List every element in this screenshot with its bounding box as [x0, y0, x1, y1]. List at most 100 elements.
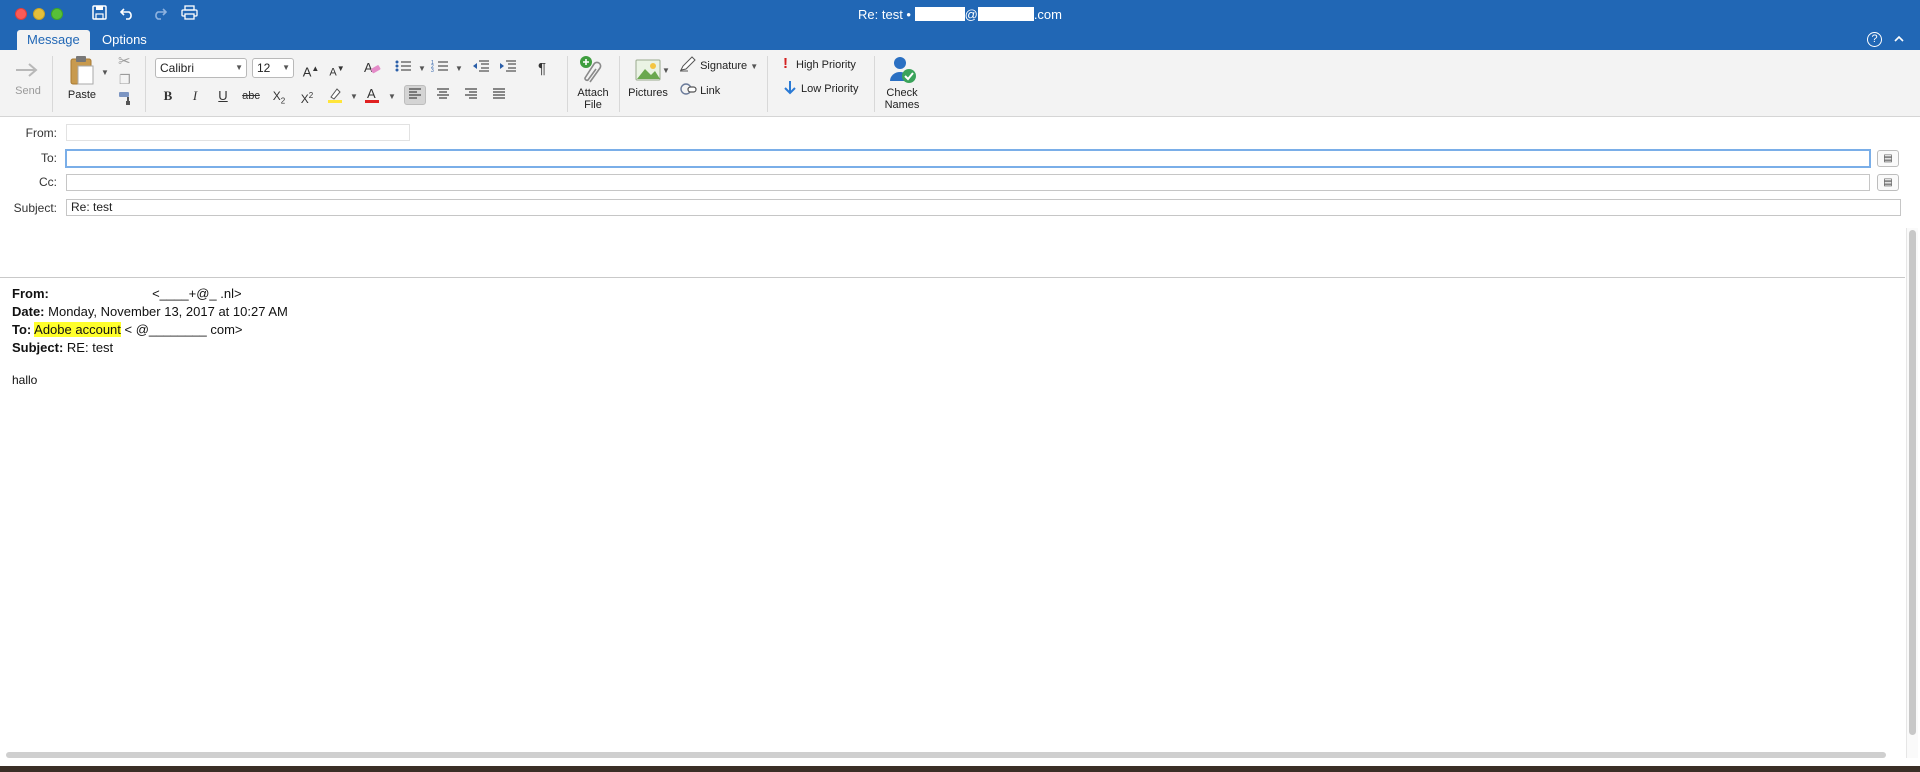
align-right-icon — [465, 88, 477, 99]
tab-options[interactable]: Options — [92, 30, 157, 50]
window-title: Re: test • @ .com — [0, 7, 1920, 22]
chevron-down-icon[interactable]: ▼ — [350, 92, 358, 101]
strikethrough-button[interactable]: abc — [240, 85, 262, 105]
align-center-icon — [437, 88, 449, 99]
compose-window: Re: test • @ .com Message Options ? Send … — [0, 0, 1920, 766]
high-priority-label: High Priority — [796, 59, 856, 71]
help-icon[interactable]: ? — [1867, 32, 1882, 47]
subscript-button[interactable]: X2 — [268, 85, 290, 105]
cc-field[interactable] — [66, 174, 1870, 191]
numbering-button[interactable]: 123 — [429, 58, 451, 78]
clear-formatting-button[interactable]: A — [361, 58, 383, 78]
font-name-select[interactable]: Calibri ▼ — [155, 58, 247, 78]
cc-label: Cc: — [39, 175, 57, 189]
send-label: Send — [15, 85, 41, 97]
high-priority-button[interactable]: ! High Priority — [783, 55, 856, 72]
window-title-at: @ — [964, 7, 978, 22]
title-bar: Re: test • @ .com — [0, 0, 1920, 30]
address-book-icon[interactable]: ▤ — [1877, 150, 1899, 167]
collapse-ribbon-icon[interactable] — [1894, 31, 1904, 46]
vertical-scrollbar[interactable] — [1906, 228, 1918, 758]
paperclip-icon — [580, 56, 602, 83]
quoted-to-line: To: Adobe account < @________ com> — [12, 322, 243, 337]
picture-icon — [635, 59, 661, 81]
low-priority-button[interactable]: Low Priority — [783, 80, 858, 95]
redaction-block — [977, 7, 1034, 21]
chevron-down-icon[interactable]: ▼ — [455, 64, 463, 73]
decrease-indent-button[interactable] — [470, 58, 492, 78]
link-label: Link — [700, 85, 721, 97]
subject-field[interactable]: Re: test — [66, 199, 1901, 216]
tab-message[interactable]: Message — [17, 30, 90, 50]
bullet-list-icon — [395, 60, 411, 72]
format-painter-icon[interactable] — [117, 90, 133, 109]
quoted-body-text: hallo — [12, 373, 38, 387]
bullets-button[interactable] — [392, 58, 414, 78]
increase-indent-button[interactable] — [497, 58, 519, 78]
indent-icon — [500, 60, 516, 72]
cut-icon[interactable]: ✂ — [118, 52, 131, 70]
align-left-button[interactable] — [404, 85, 426, 105]
ribbon-tab-strip: Message Options ? — [0, 30, 1920, 50]
align-center-button[interactable] — [432, 85, 454, 105]
window-title-prefix: Re: test • — [858, 7, 911, 22]
superscript-button[interactable]: X2 — [296, 85, 318, 106]
link-icon — [680, 83, 697, 95]
quoted-to-address: < @________ com> — [124, 322, 243, 337]
address-book-icon[interactable]: ▤ — [1877, 174, 1899, 191]
font-size-value: 12 — [257, 61, 271, 75]
attach-label: Attach — [577, 87, 609, 99]
quoted-to-label: To: — [12, 322, 32, 337]
justify-button[interactable] — [488, 85, 510, 105]
svg-text:3: 3 — [431, 68, 434, 73]
ribbon: Send Paste ▼ ✂ ❐ Calibri ▼ 12 ▼ A▲ A▼ A ▼ — [0, 50, 1920, 117]
show-formatting-button[interactable]: ¶ — [531, 58, 553, 78]
check-names-button[interactable]: Check Names — [880, 54, 924, 111]
copy-icon[interactable]: ❐ — [119, 72, 131, 88]
from-label: From: — [25, 126, 57, 140]
signature-button[interactable]: Signature ▼ — [679, 56, 758, 72]
chevron-down-icon: ▼ — [235, 63, 243, 72]
svg-text:A: A — [367, 86, 376, 101]
outdent-icon — [473, 60, 489, 72]
quoted-to-name: Adobe account — [34, 322, 121, 337]
scrollbar-thumb[interactable] — [1909, 230, 1916, 735]
quoted-date-label: Date: — [12, 304, 45, 319]
font-color-icon: A — [365, 86, 379, 103]
paste-label: Paste — [67, 89, 97, 101]
link-button[interactable]: Link — [679, 81, 720, 97]
highlight-button[interactable] — [324, 85, 346, 105]
font-name-value: Calibri — [160, 61, 195, 75]
quoted-subject-label: Subject: — [12, 340, 64, 355]
to-field[interactable] — [65, 149, 1871, 168]
quoted-from-label: From: — [12, 286, 49, 301]
check-names-label-names: Names — [884, 99, 920, 111]
font-color-button[interactable]: A — [361, 85, 383, 105]
chevron-down-icon[interactable]: ▼ — [662, 66, 670, 75]
attach-file-button[interactable]: Attach File — [572, 54, 614, 111]
chevron-down-icon[interactable]: ▼ — [418, 64, 426, 73]
to-label: To: — [40, 151, 57, 165]
paste-options-chevron-icon[interactable]: ▼ — [101, 68, 109, 77]
underline-button[interactable]: U — [212, 85, 234, 105]
down-arrow-icon — [784, 81, 796, 95]
bold-button[interactable]: B — [157, 85, 179, 105]
pictures-button[interactable]: Pictures — [626, 58, 670, 99]
quoted-subject-value: RE: test — [66, 340, 114, 355]
paste-button[interactable]: Paste — [62, 54, 102, 101]
quoted-date-value: Monday, November 13, 2017 at 10:27 AM — [48, 304, 288, 319]
signature-pen-icon — [680, 56, 696, 72]
attach-label-file: File — [584, 99, 602, 111]
horizontal-scrollbar[interactable] — [6, 752, 1886, 758]
italic-button[interactable]: I — [184, 85, 206, 105]
reply-area[interactable] — [0, 228, 1905, 278]
from-field[interactable] — [66, 124, 410, 141]
quoted-from-line: From: <____+@_ .nl> — [12, 286, 242, 301]
chevron-down-icon[interactable]: ▼ — [388, 92, 396, 101]
grow-font-button[interactable]: A▲ — [300, 58, 322, 79]
font-size-select[interactable]: 12 ▼ — [252, 58, 294, 78]
send-button[interactable]: Send — [12, 58, 44, 97]
align-right-button[interactable] — [460, 85, 482, 105]
shrink-font-button[interactable]: A▼ — [326, 58, 348, 79]
eraser-icon: A — [364, 60, 381, 75]
